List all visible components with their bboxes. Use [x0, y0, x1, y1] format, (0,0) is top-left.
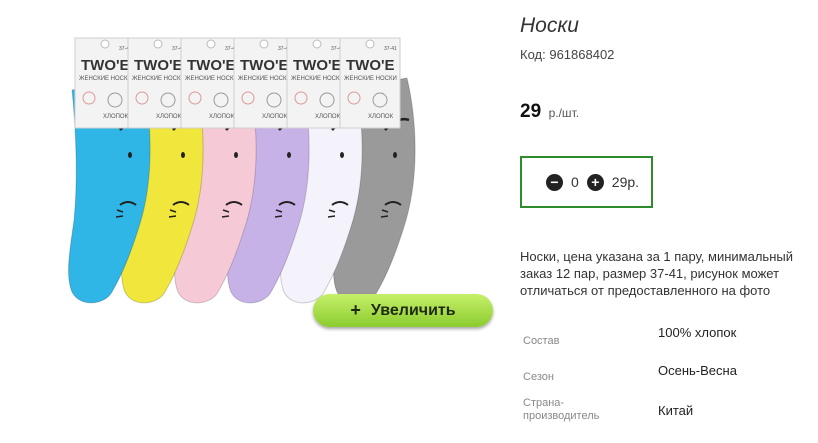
brand-logo: TWO'E	[293, 57, 342, 74]
zoom-button-label: Увеличить	[370, 301, 456, 319]
quantity-value: 0	[571, 174, 579, 190]
svg-text:37-41: 37-41	[384, 46, 397, 52]
package-card: TWO'EЖЕНСКИЕ НОСКИ37-41ХЛОПОК	[286, 37, 348, 129]
svg-text:ЖЕНСКИЕ НОСКИ: ЖЕНСКИЕ НОСКИ	[132, 76, 185, 82]
package-card: TWO'E ЖЕНСКИЕ НОСКИ 37-41 ХЛОПОК	[339, 37, 401, 129]
svg-text:ХЛОПОК: ХЛОПОК	[315, 114, 341, 120]
brand-logo: TWO'E	[134, 57, 183, 74]
brand-logo: TWO'E	[81, 57, 130, 74]
line-total: 29р.	[611, 174, 640, 190]
spec-value: Китай	[658, 403, 694, 418]
quantity-stepper: − 0 + 29р.	[520, 156, 653, 208]
svg-text:ХЛОПОК: ХЛОПОК	[156, 114, 182, 120]
svg-text:ЖЕНСКИЕ НОСКИ: ЖЕНСКИЕ НОСКИ	[79, 76, 132, 82]
price-value: 29	[520, 101, 542, 122]
svg-text:ХЛОПОК: ХЛОПОК	[209, 114, 235, 120]
minus-icon[interactable]: −	[546, 173, 563, 191]
package-card: TWO'EЖЕНСКИЕ НОСКИ37-41ХЛОПОК	[127, 37, 189, 129]
svg-text:ЖЕНСКИЕ НОСКИ: ЖЕНСКИЕ НОСКИ	[238, 76, 291, 82]
product-image[interactable]: TWO'E ЖЕНСКИЕ НОСКИ 37-41 ХЛОПОК TWO'E ЖЕНСКИ…	[60, 30, 480, 315]
product-description: Носки, цена указана за 1 пару, минимальн…	[520, 249, 793, 298]
package-card: TWO'EЖЕНСКИЕ НОСКИ37-41ХЛОПОК	[233, 37, 295, 129]
price: 29 р./шт.	[520, 101, 579, 123]
product-code-label: Код:	[520, 47, 546, 62]
brand-logo: TWO'E	[240, 57, 289, 74]
package-card: TWO'EЖЕНСКИЕ НОСКИ37-41ХЛОПОК	[74, 37, 136, 129]
spec-label: Сезон	[523, 371, 554, 383]
brand-logo: TWO'E	[187, 57, 236, 74]
package-card: TWO'EЖЕНСКИЕ НОСКИ37-41ХЛОПОК	[180, 37, 242, 129]
product-code-value: 961868402	[549, 47, 615, 62]
price-unit: р./шт.	[548, 106, 580, 120]
svg-text:ХЛОПОК: ХЛОПОК	[262, 114, 288, 120]
zoom-button[interactable]: + Увеличить	[313, 294, 493, 327]
svg-text:ХЛОПОК: ХЛОПОК	[368, 114, 394, 120]
product-title: Носки	[520, 14, 579, 37]
spec-value: 100% хлопок	[658, 325, 737, 340]
spec-label: Страна-производитель	[523, 397, 600, 422]
svg-text:ХЛОПОК: ХЛОПОК	[103, 114, 129, 120]
plus-icon: +	[350, 300, 361, 320]
svg-text:ЖЕНСКИЕ НОСКИ: ЖЕНСКИЕ НОСКИ	[344, 76, 397, 82]
spec-value: Осень-Весна	[658, 363, 737, 378]
svg-text:ЖЕНСКИЕ НОСКИ: ЖЕНСКИЕ НОСКИ	[291, 76, 344, 82]
plus-circle-icon[interactable]: +	[586, 173, 604, 191]
socks-photo: TWO'EЖЕНСКИЕ НОСКИ37-41ХЛОПОКTWO'EЖЕНСКИ…	[68, 37, 416, 304]
brand-logo: TWO'E	[346, 57, 395, 74]
spec-label: Состав	[523, 335, 560, 347]
product-code: Код: 961868402	[520, 47, 614, 62]
svg-text:ЖЕНСКИЕ НОСКИ: ЖЕНСКИЕ НОСКИ	[185, 76, 238, 82]
